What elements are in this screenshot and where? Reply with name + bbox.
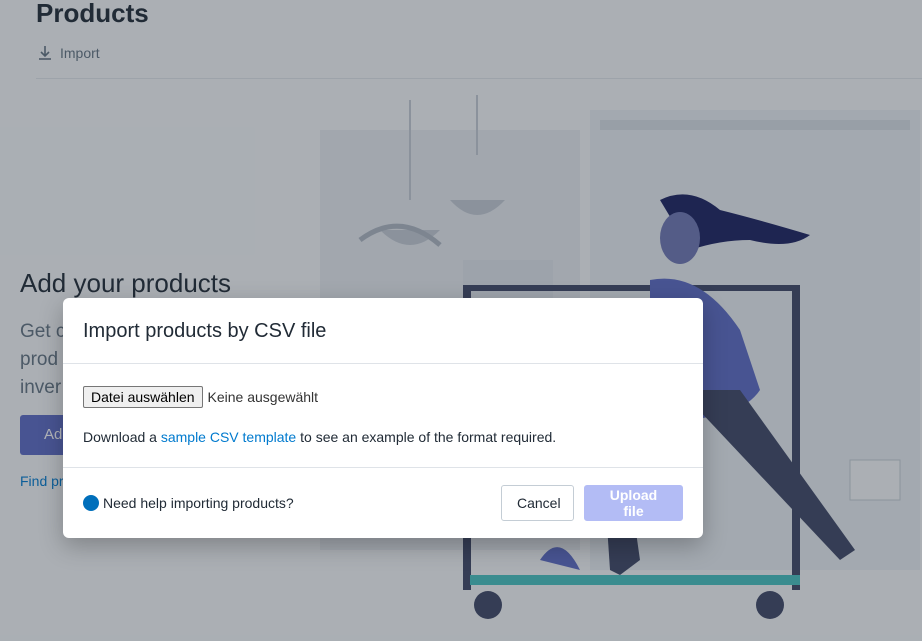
download-suffix: to see an example of the format required… (296, 429, 557, 445)
file-status: Keine ausgewählt (207, 389, 319, 405)
footer-buttons: Cancel Upload file (501, 485, 683, 521)
upload-file-button[interactable]: Upload file (584, 485, 683, 521)
help-text: Need help importing products? (103, 495, 294, 511)
download-instructions: Download a sample CSV template to see an… (83, 429, 683, 445)
sample-csv-link[interactable]: sample CSV template (161, 429, 296, 445)
modal-title: Import products by CSV file (83, 320, 327, 342)
help-circle-icon (83, 495, 99, 511)
modal-footer: Need help importing products? Cancel Upl… (63, 468, 703, 538)
cancel-button[interactable]: Cancel (501, 485, 574, 521)
modal-header: Import products by CSV file (63, 298, 703, 364)
file-picker: Datei auswählen Keine ausgewählt (83, 386, 683, 408)
choose-file-button[interactable]: Datei auswählen (83, 386, 203, 408)
modal-body: Datei auswählen Keine ausgewählt Downloa… (63, 364, 703, 468)
help-link[interactable]: Need help importing products? (83, 495, 294, 511)
download-prefix: Download a (83, 429, 161, 445)
import-csv-modal: Import products by CSV file Datei auswäh… (63, 298, 703, 538)
